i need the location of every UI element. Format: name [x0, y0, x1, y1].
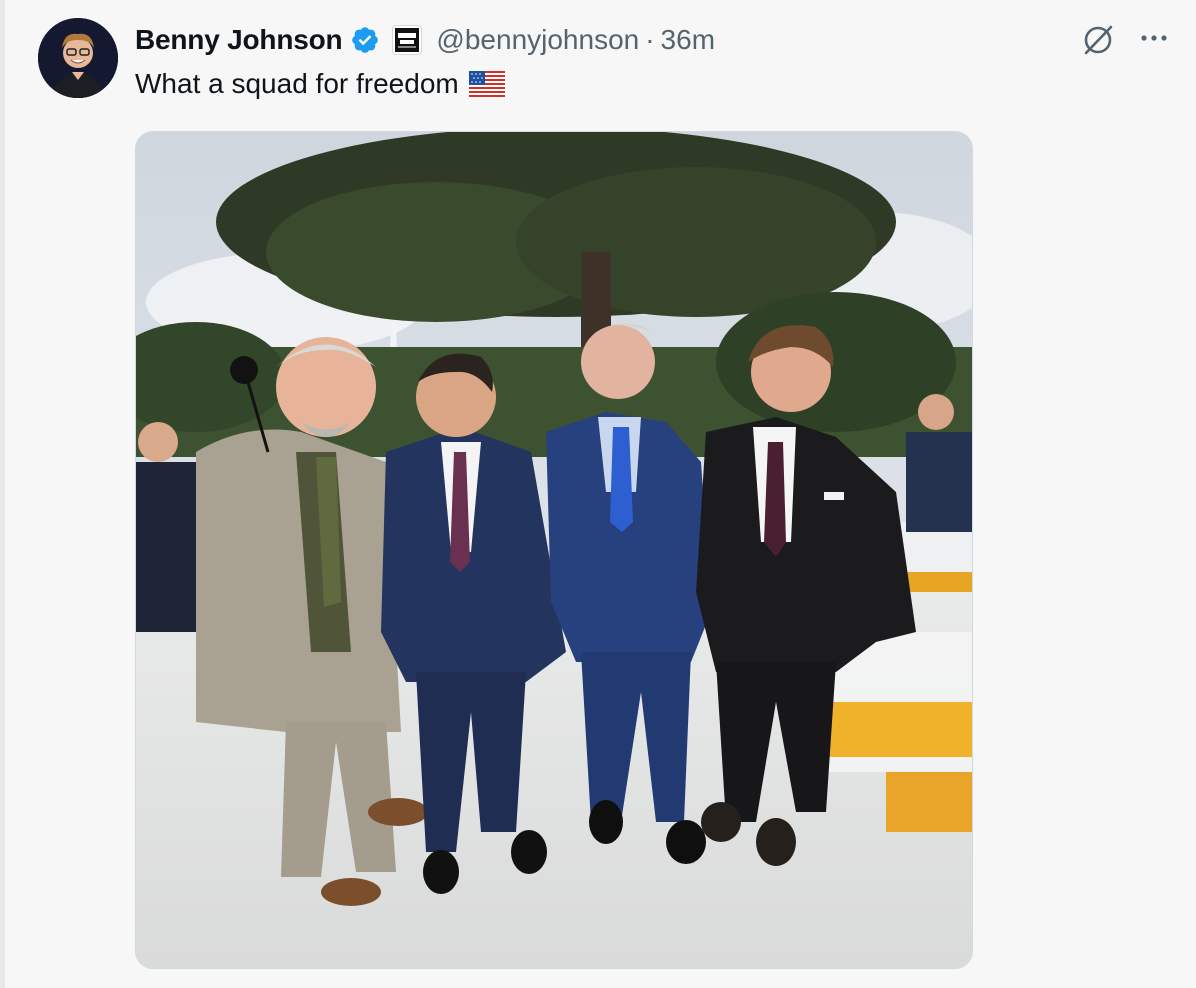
us-flag-emoji-icon: [468, 71, 505, 97]
author-avatar[interactable]: [38, 18, 118, 98]
tweet[interactable]: Benny Johnson @bennyjohnson · 36m What a…: [0, 0, 1196, 988]
grok-icon[interactable]: [1080, 22, 1116, 58]
separator: ·: [645, 24, 655, 55]
tweet-header: Benny Johnson @bennyjohnson · 36m: [135, 20, 715, 60]
verified-badge-icon: [350, 25, 380, 55]
tweet-text: What a squad for freedom: [135, 68, 505, 100]
more-icon[interactable]: [1134, 20, 1174, 56]
author-handle[interactable]: @bennyjohnson: [436, 24, 639, 56]
tweet-photo[interactable]: [135, 131, 973, 969]
affiliate-badge-icon[interactable]: [392, 25, 423, 55]
author-name[interactable]: Benny Johnson: [135, 24, 343, 56]
tweet-text-content: What a squad for freedom: [135, 68, 459, 99]
post-time[interactable]: 36m: [661, 24, 715, 56]
